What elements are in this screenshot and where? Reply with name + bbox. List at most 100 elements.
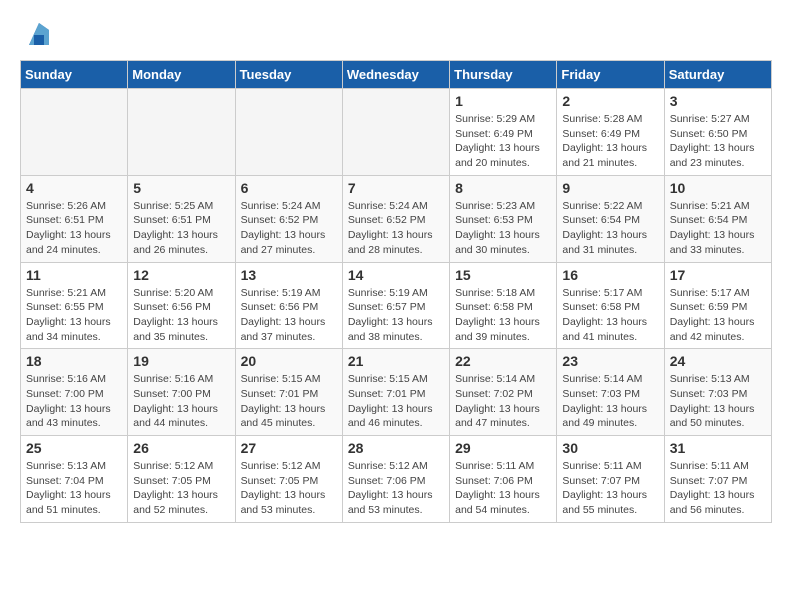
- day-number: 23: [562, 353, 658, 369]
- page-header: [20, 20, 772, 50]
- day-detail: Sunrise: 5:11 AM Sunset: 7:07 PM Dayligh…: [670, 459, 766, 518]
- calendar-cell: 16 Sunrise: 5:17 AM Sunset: 6:58 PM Dayli…: [557, 262, 664, 349]
- day-detail: Sunrise: 5:15 AM Sunset: 7:01 PM Dayligh…: [348, 372, 444, 431]
- day-number: 31: [670, 440, 766, 456]
- day-header-monday: Monday: [128, 61, 235, 89]
- calendar-cell: 5 Sunrise: 5:25 AM Sunset: 6:51 PM Daylig…: [128, 175, 235, 262]
- day-number: 16: [562, 267, 658, 283]
- day-number: 11: [26, 267, 122, 283]
- day-detail: Sunrise: 5:13 AM Sunset: 7:03 PM Dayligh…: [670, 372, 766, 431]
- calendar-cell: 10 Sunrise: 5:21 AM Sunset: 6:54 PM Dayli…: [664, 175, 771, 262]
- day-number: 18: [26, 353, 122, 369]
- day-detail: Sunrise: 5:23 AM Sunset: 6:53 PM Dayligh…: [455, 199, 551, 258]
- day-number: 28: [348, 440, 444, 456]
- day-number: 14: [348, 267, 444, 283]
- calendar-cell: 28Sunrise: 5:12 AM Sunset: 7:06 PM Dayli…: [342, 436, 449, 523]
- day-number: 17: [670, 267, 766, 283]
- calendar-cell: 31 Sunrise: 5:11 AM Sunset: 7:07 PM Dayli…: [664, 436, 771, 523]
- day-detail: Sunrise: 5:17 AM Sunset: 6:59 PM Dayligh…: [670, 286, 766, 345]
- day-detail: Sunrise: 5:29 AM Sunset: 6:49 PM Dayligh…: [455, 112, 551, 171]
- calendar-cell: 13Sunrise: 5:19 AM Sunset: 6:56 PM Dayli…: [235, 262, 342, 349]
- calendar-cell: 4 Sunrise: 5:26 AM Sunset: 6:51 PM Daylig…: [21, 175, 128, 262]
- day-detail: Sunrise: 5:26 AM Sunset: 6:51 PM Dayligh…: [26, 199, 122, 258]
- day-detail: Sunrise: 5:24 AM Sunset: 6:52 PM Dayligh…: [241, 199, 337, 258]
- calendar-cell: 20 Sunrise: 5:15 AM Sunset: 7:01 PM Dayli…: [235, 349, 342, 436]
- day-header-sunday: Sunday: [21, 61, 128, 89]
- calendar-cell: 26 Sunrise: 5:12 AM Sunset: 7:05 PM Dayli…: [128, 436, 235, 523]
- day-detail: Sunrise: 5:15 AM Sunset: 7:01 PM Dayligh…: [241, 372, 337, 431]
- day-detail: Sunrise: 5:20 AM Sunset: 6:56 PM Dayligh…: [133, 286, 229, 345]
- calendar-week-row: 1 Sunrise: 5:29 AM Sunset: 6:49 PM Daylig…: [21, 89, 772, 176]
- day-detail: Sunrise: 5:22 AM Sunset: 6:54 PM Dayligh…: [562, 199, 658, 258]
- day-number: 9: [562, 180, 658, 196]
- day-header-thursday: Thursday: [450, 61, 557, 89]
- day-number: 19: [133, 353, 229, 369]
- day-number: 4: [26, 180, 122, 196]
- day-detail: Sunrise: 5:16 AM Sunset: 7:00 PM Dayligh…: [133, 372, 229, 431]
- logo-icon: [24, 20, 54, 50]
- calendar-cell: 30Sunrise: 5:11 AM Sunset: 7:07 PM Dayli…: [557, 436, 664, 523]
- day-number: 5: [133, 180, 229, 196]
- calendar-cell: 29 Sunrise: 5:11 AM Sunset: 7:06 PM Dayli…: [450, 436, 557, 523]
- calendar-cell: [21, 89, 128, 176]
- calendar-cell: 9 Sunrise: 5:22 AM Sunset: 6:54 PM Daylig…: [557, 175, 664, 262]
- day-number: 7: [348, 180, 444, 196]
- day-detail: Sunrise: 5:28 AM Sunset: 6:49 PM Dayligh…: [562, 112, 658, 171]
- day-number: 21: [348, 353, 444, 369]
- calendar-cell: 17 Sunrise: 5:17 AM Sunset: 6:59 PM Dayli…: [664, 262, 771, 349]
- day-number: 1: [455, 93, 551, 109]
- day-detail: Sunrise: 5:24 AM Sunset: 6:52 PM Dayligh…: [348, 199, 444, 258]
- day-detail: Sunrise: 5:12 AM Sunset: 7:05 PM Dayligh…: [133, 459, 229, 518]
- day-number: 3: [670, 93, 766, 109]
- calendar-cell: 22 Sunrise: 5:14 AM Sunset: 7:02 PM Dayli…: [450, 349, 557, 436]
- calendar-cell: 24Sunrise: 5:13 AM Sunset: 7:03 PM Dayli…: [664, 349, 771, 436]
- day-detail: Sunrise: 5:18 AM Sunset: 6:58 PM Dayligh…: [455, 286, 551, 345]
- day-detail: Sunrise: 5:19 AM Sunset: 6:57 PM Dayligh…: [348, 286, 444, 345]
- calendar-cell: 6 Sunrise: 5:24 AM Sunset: 6:52 PM Daylig…: [235, 175, 342, 262]
- calendar-cell: 18 Sunrise: 5:16 AM Sunset: 7:00 PM Dayli…: [21, 349, 128, 436]
- day-number: 6: [241, 180, 337, 196]
- calendar-cell: 27Sunrise: 5:12 AM Sunset: 7:05 PM Dayli…: [235, 436, 342, 523]
- calendar-cell: 1 Sunrise: 5:29 AM Sunset: 6:49 PM Daylig…: [450, 89, 557, 176]
- day-header-saturday: Saturday: [664, 61, 771, 89]
- day-number: 29: [455, 440, 551, 456]
- day-number: 26: [133, 440, 229, 456]
- day-detail: Sunrise: 5:27 AM Sunset: 6:50 PM Dayligh…: [670, 112, 766, 171]
- calendar-cell: 14 Sunrise: 5:19 AM Sunset: 6:57 PM Dayli…: [342, 262, 449, 349]
- day-number: 20: [241, 353, 337, 369]
- calendar-week-row: 18 Sunrise: 5:16 AM Sunset: 7:00 PM Dayli…: [21, 349, 772, 436]
- day-detail: Sunrise: 5:14 AM Sunset: 7:02 PM Dayligh…: [455, 372, 551, 431]
- day-detail: Sunrise: 5:21 AM Sunset: 6:55 PM Dayligh…: [26, 286, 122, 345]
- calendar-cell: 12 Sunrise: 5:20 AM Sunset: 6:56 PM Dayli…: [128, 262, 235, 349]
- calendar-cell: 15 Sunrise: 5:18 AM Sunset: 6:58 PM Dayli…: [450, 262, 557, 349]
- day-detail: Sunrise: 5:21 AM Sunset: 6:54 PM Dayligh…: [670, 199, 766, 258]
- day-detail: Sunrise: 5:14 AM Sunset: 7:03 PM Dayligh…: [562, 372, 658, 431]
- day-header-friday: Friday: [557, 61, 664, 89]
- calendar-cell: 25Sunrise: 5:13 AM Sunset: 7:04 PM Dayli…: [21, 436, 128, 523]
- calendar-week-row: 25Sunrise: 5:13 AM Sunset: 7:04 PM Dayli…: [21, 436, 772, 523]
- calendar-cell: [342, 89, 449, 176]
- day-number: 10: [670, 180, 766, 196]
- day-header-wednesday: Wednesday: [342, 61, 449, 89]
- calendar-cell: 7 Sunrise: 5:24 AM Sunset: 6:52 PM Daylig…: [342, 175, 449, 262]
- day-detail: Sunrise: 5:19 AM Sunset: 6:56 PM Dayligh…: [241, 286, 337, 345]
- calendar-week-row: 4 Sunrise: 5:26 AM Sunset: 6:51 PM Daylig…: [21, 175, 772, 262]
- calendar-cell: 19 Sunrise: 5:16 AM Sunset: 7:00 PM Dayli…: [128, 349, 235, 436]
- calendar-cell: 8Sunrise: 5:23 AM Sunset: 6:53 PM Daylig…: [450, 175, 557, 262]
- day-detail: Sunrise: 5:17 AM Sunset: 6:58 PM Dayligh…: [562, 286, 658, 345]
- day-number: 22: [455, 353, 551, 369]
- day-number: 15: [455, 267, 551, 283]
- day-detail: Sunrise: 5:25 AM Sunset: 6:51 PM Dayligh…: [133, 199, 229, 258]
- calendar-header-row: SundayMondayTuesdayWednesdayThursdayFrid…: [21, 61, 772, 89]
- day-number: 25: [26, 440, 122, 456]
- calendar-week-row: 11 Sunrise: 5:21 AM Sunset: 6:55 PM Dayli…: [21, 262, 772, 349]
- day-detail: Sunrise: 5:11 AM Sunset: 7:06 PM Dayligh…: [455, 459, 551, 518]
- calendar-table: SundayMondayTuesdayWednesdayThursdayFrid…: [20, 60, 772, 523]
- calendar-cell: [235, 89, 342, 176]
- day-number: 27: [241, 440, 337, 456]
- calendar-cell: 23 Sunrise: 5:14 AM Sunset: 7:03 PM Dayli…: [557, 349, 664, 436]
- day-number: 2: [562, 93, 658, 109]
- day-number: 12: [133, 267, 229, 283]
- day-detail: Sunrise: 5:11 AM Sunset: 7:07 PM Dayligh…: [562, 459, 658, 518]
- day-detail: Sunrise: 5:16 AM Sunset: 7:00 PM Dayligh…: [26, 372, 122, 431]
